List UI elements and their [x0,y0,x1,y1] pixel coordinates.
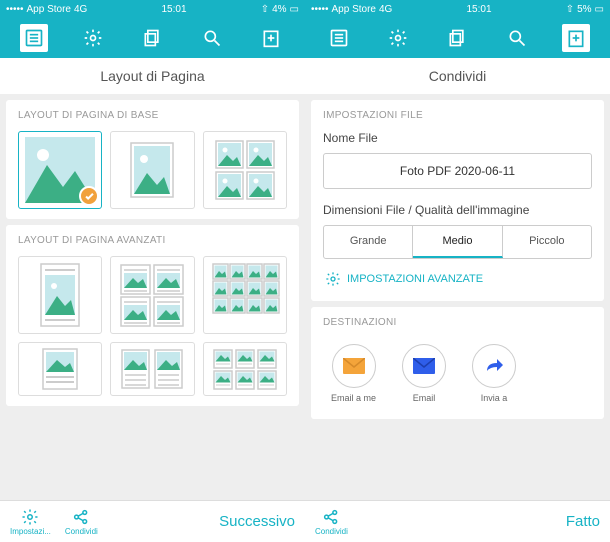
layout-2up[interactable] [110,131,194,209]
check-icon [79,186,99,206]
section-filesettings: IMPOSTAZIONI FILE [323,110,592,121]
tab-pages[interactable] [443,24,471,52]
back-app[interactable]: App Store [332,4,376,15]
share-arrow-icon [483,355,505,377]
size-label: Dimensioni File / Qualità dell'immagine [323,203,592,217]
tab-pages[interactable] [138,24,166,52]
dest-send[interactable]: Invia a [472,344,516,403]
layout-single-selected[interactable] [18,131,102,209]
screen-layout: •••••App Store4G 15:01 ⇧4%▭ Layout di Pa… [0,0,305,542]
section-destinations: DESTINAZIONI [323,317,592,328]
section-basic: LAYOUT DI PAGINA DI BASE [18,110,287,121]
filename-input[interactable]: Foto PDF 2020-06-11 [323,153,592,189]
gear-icon [325,271,341,287]
layout-adv-3[interactable] [203,256,287,334]
layout-adv-2[interactable] [110,256,194,334]
network: 4G [74,4,87,15]
filename-label: Nome File [323,131,592,145]
screen-share: •••••App Store4G 15:01 ⇧5%▭ Condividi IM… [305,0,610,542]
battery-pct: 5% [577,4,591,15]
done-button[interactable]: Fatto [566,513,600,530]
page-title: Layout di Pagina [0,58,305,94]
signal-icon: ••••• [311,4,329,15]
layout-adv-5[interactable] [110,342,194,396]
next-button[interactable]: Successivo [219,513,295,530]
tab-settings[interactable] [384,24,412,52]
clock: 15:01 [162,4,187,15]
battery-icon: ▭ [290,4,299,15]
layout-adv-6[interactable] [203,342,287,396]
bottom-bar: Impostazi... Condividi Successivo [0,500,305,542]
battery-icon: ▭ [595,4,604,15]
battery-pct: 4% [272,4,286,15]
seg-large[interactable]: Grande [324,226,413,258]
content: IMPOSTAZIONI FILE Nome File Foto PDF 202… [305,94,610,542]
layout-4up[interactable] [203,131,287,209]
content: LAYOUT DI PAGINA DI BASE [0,94,305,542]
bottom-bar: Condividi Fatto [305,500,610,542]
dest-email[interactable]: Email [402,344,446,403]
size-segment: Grande Medio Piccolo [323,225,592,259]
tab-export[interactable] [562,24,590,52]
dest-emailme[interactable]: Email a me [331,344,376,403]
bottom-share[interactable]: Condividi [65,508,98,536]
layout-adv-4[interactable] [18,342,102,396]
section-advanced: LAYOUT DI PAGINA AVANZATI [18,235,287,246]
advanced-settings[interactable]: IMPOSTAZIONI AVANZATE [323,259,592,291]
page-title: Condividi [305,58,610,94]
network: 4G [379,4,392,15]
bottom-share[interactable]: Condividi [315,508,348,536]
mail-icon [413,358,435,374]
status-bar: •••••App Store4G 15:01 ⇧5%▭ [305,0,610,18]
seg-small[interactable]: Piccolo [503,226,591,258]
clock: 15:01 [467,4,492,15]
status-bar: •••••App Store4G 15:01 ⇧4%▭ [0,0,305,18]
tab-settings[interactable] [79,24,107,52]
tab-search[interactable] [503,24,531,52]
tab-layout[interactable] [20,24,48,52]
seg-medium[interactable]: Medio [413,226,502,258]
mail-icon [343,358,365,374]
back-app[interactable]: App Store [27,4,71,15]
toolbar [0,18,305,58]
signal-icon: ••••• [6,4,24,15]
tab-export[interactable] [257,24,285,52]
tab-layout[interactable] [325,24,353,52]
layout-adv-1[interactable] [18,256,102,334]
toolbar [305,18,610,58]
bottom-settings[interactable]: Impostazi... [10,508,51,536]
tab-search[interactable] [198,24,226,52]
